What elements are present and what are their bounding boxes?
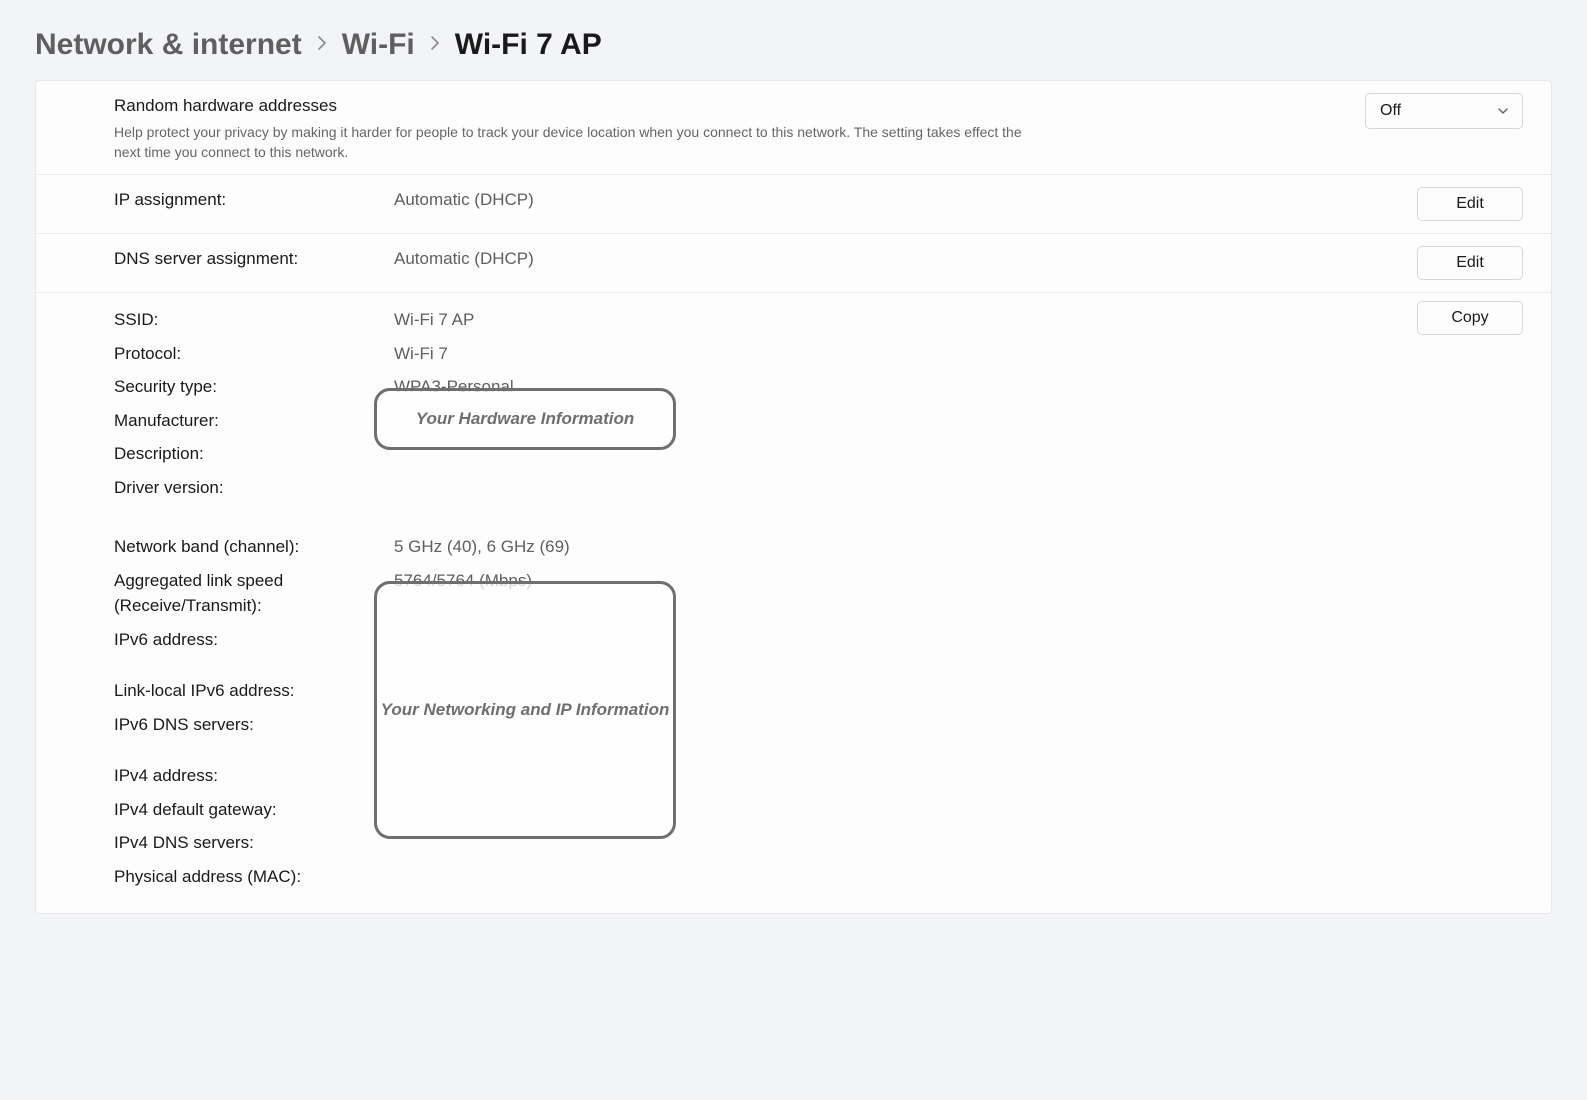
manufacturer-value — [394, 408, 1523, 434]
chevron-right-icon — [429, 34, 441, 57]
rha-dropdown[interactable]: Off — [1365, 93, 1523, 129]
chevron-down-icon — [1496, 104, 1510, 118]
copy-button[interactable]: Copy — [1417, 301, 1523, 335]
dns-assignment-value: Automatic (DHCP) — [394, 246, 1417, 272]
protocol-value: Wi-Fi 7 — [394, 341, 1523, 367]
link-local-ipv6-label: Link-local IPv6 address: — [114, 678, 394, 704]
ip-assignment-value: Automatic (DHCP) — [394, 187, 1417, 213]
manufacturer-label: Manufacturer: — [114, 408, 394, 434]
ipv4-address-label: IPv4 address: — [114, 763, 394, 789]
network-band-label: Network band (channel): — [114, 534, 394, 560]
driver-version-value — [394, 475, 1523, 501]
rha-dropdown-value: Off — [1380, 102, 1401, 120]
ipv4-dns-label: IPv4 DNS servers: — [114, 830, 394, 856]
protocol-label: Protocol: — [114, 341, 394, 367]
ipv6-dns-label: IPv6 DNS servers: — [114, 712, 394, 738]
rha-title: Random hardware addresses — [114, 93, 1365, 119]
settings-panel: Random hardware addresses Help protect y… — [35, 80, 1552, 914]
breadcrumb-network-internet[interactable]: Network & internet — [35, 28, 302, 62]
link-local-ipv6-value — [394, 678, 1523, 704]
ip-assignment-row: IP assignment: Automatic (DHCP) Edit — [36, 175, 1551, 234]
dns-assignment-label: DNS server assignment: — [114, 249, 298, 268]
ipv4-dns-value — [394, 830, 1523, 856]
ip-assignment-label: IP assignment: — [114, 190, 226, 209]
description-value — [394, 441, 1523, 467]
breadcrumb-wifi[interactable]: Wi-Fi — [342, 28, 415, 62]
ipv4-gateway-value — [394, 797, 1523, 823]
security-type-label: Security type: — [114, 374, 394, 400]
random-hardware-addresses-row: Random hardware addresses Help protect y… — [36, 81, 1551, 175]
ip-assignment-edit-button[interactable]: Edit — [1417, 187, 1523, 221]
chevron-right-icon — [316, 34, 328, 57]
description-label: Description: — [114, 441, 394, 467]
ssid-value: Wi-Fi 7 AP — [394, 307, 1523, 333]
ssid-label: SSID: — [114, 307, 394, 333]
dns-assignment-edit-button[interactable]: Edit — [1417, 246, 1523, 280]
network-band-value: 5 GHz (40), 6 GHz (69) — [394, 534, 1523, 560]
ipv4-gateway-label: IPv4 default gateway: — [114, 797, 394, 823]
breadcrumb-current: Wi-Fi 7 AP — [455, 28, 602, 62]
driver-version-label: Driver version: — [114, 475, 394, 501]
rha-description: Help protect your privacy by making it h… — [114, 122, 1024, 163]
breadcrumb: Network & internet Wi-Fi Wi-Fi 7 AP — [35, 28, 1552, 62]
ipv6-dns-value — [394, 712, 1523, 738]
link-speed-label: Aggregated link speed (Receive/Transmit)… — [114, 568, 394, 619]
mac-address-value — [394, 864, 1523, 890]
ipv4-address-value — [394, 763, 1523, 789]
ipv6-address-label: IPv6 address: — [114, 627, 394, 653]
link-speed-value: 5764/5764 (Mbps) — [394, 568, 1523, 619]
dns-assignment-row: DNS server assignment: Automatic (DHCP) … — [36, 234, 1551, 293]
connection-details: Copy SSID: Wi-Fi 7 AP Protocol: Wi-Fi 7 … — [36, 293, 1551, 893]
ipv6-address-value — [394, 627, 1523, 653]
mac-address-label: Physical address (MAC): — [114, 864, 394, 890]
security-type-value: WPA3-Personal — [394, 374, 1523, 400]
